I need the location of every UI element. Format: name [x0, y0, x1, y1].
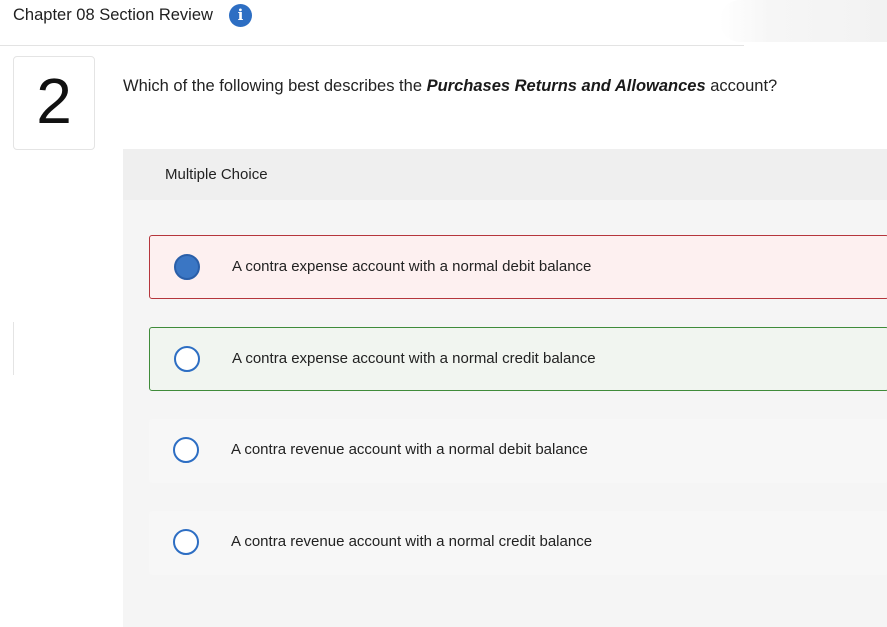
- radio-button[interactable]: [173, 529, 199, 555]
- question-number: 2: [36, 65, 72, 137]
- page-title: Chapter 08 Section Review: [13, 6, 213, 24]
- answer-panel: Multiple Choice A contra expense account…: [123, 149, 887, 627]
- choice-option-3[interactable]: A contra revenue account with a normal d…: [149, 419, 887, 483]
- radio-button-selected[interactable]: [174, 254, 200, 280]
- info-icon[interactable]: i: [229, 4, 252, 27]
- choice-label: A contra expense account with a normal d…: [232, 258, 592, 275]
- question-number-box: 2: [13, 56, 95, 150]
- radio-button[interactable]: [174, 346, 200, 372]
- top-bar-fade: [720, 0, 887, 42]
- question-suffix: account?: [705, 77, 778, 95]
- radio-button[interactable]: [173, 437, 199, 463]
- question-text: Which of the following best describes th…: [123, 77, 777, 96]
- choice-option-1[interactable]: A contra expense account with a normal d…: [149, 235, 887, 299]
- top-bar: Chapter 08 Section Review i: [0, 0, 744, 46]
- choice-label: A contra revenue account with a normal c…: [231, 533, 593, 550]
- answer-type-header: Multiple Choice: [123, 149, 887, 200]
- choice-label: A contra expense account with a normal c…: [232, 350, 596, 367]
- choice-option-2[interactable]: A contra expense account with a normal c…: [149, 327, 887, 391]
- answer-type-label: Multiple Choice: [165, 166, 268, 183]
- choice-option-4[interactable]: A contra revenue account with a normal c…: [149, 511, 887, 575]
- side-divider: [13, 322, 14, 375]
- question-prefix: Which of the following best describes th…: [123, 77, 427, 95]
- choice-label: A contra revenue account with a normal d…: [231, 441, 588, 458]
- question-emphasis: Purchases Returns and Allowances: [426, 77, 706, 95]
